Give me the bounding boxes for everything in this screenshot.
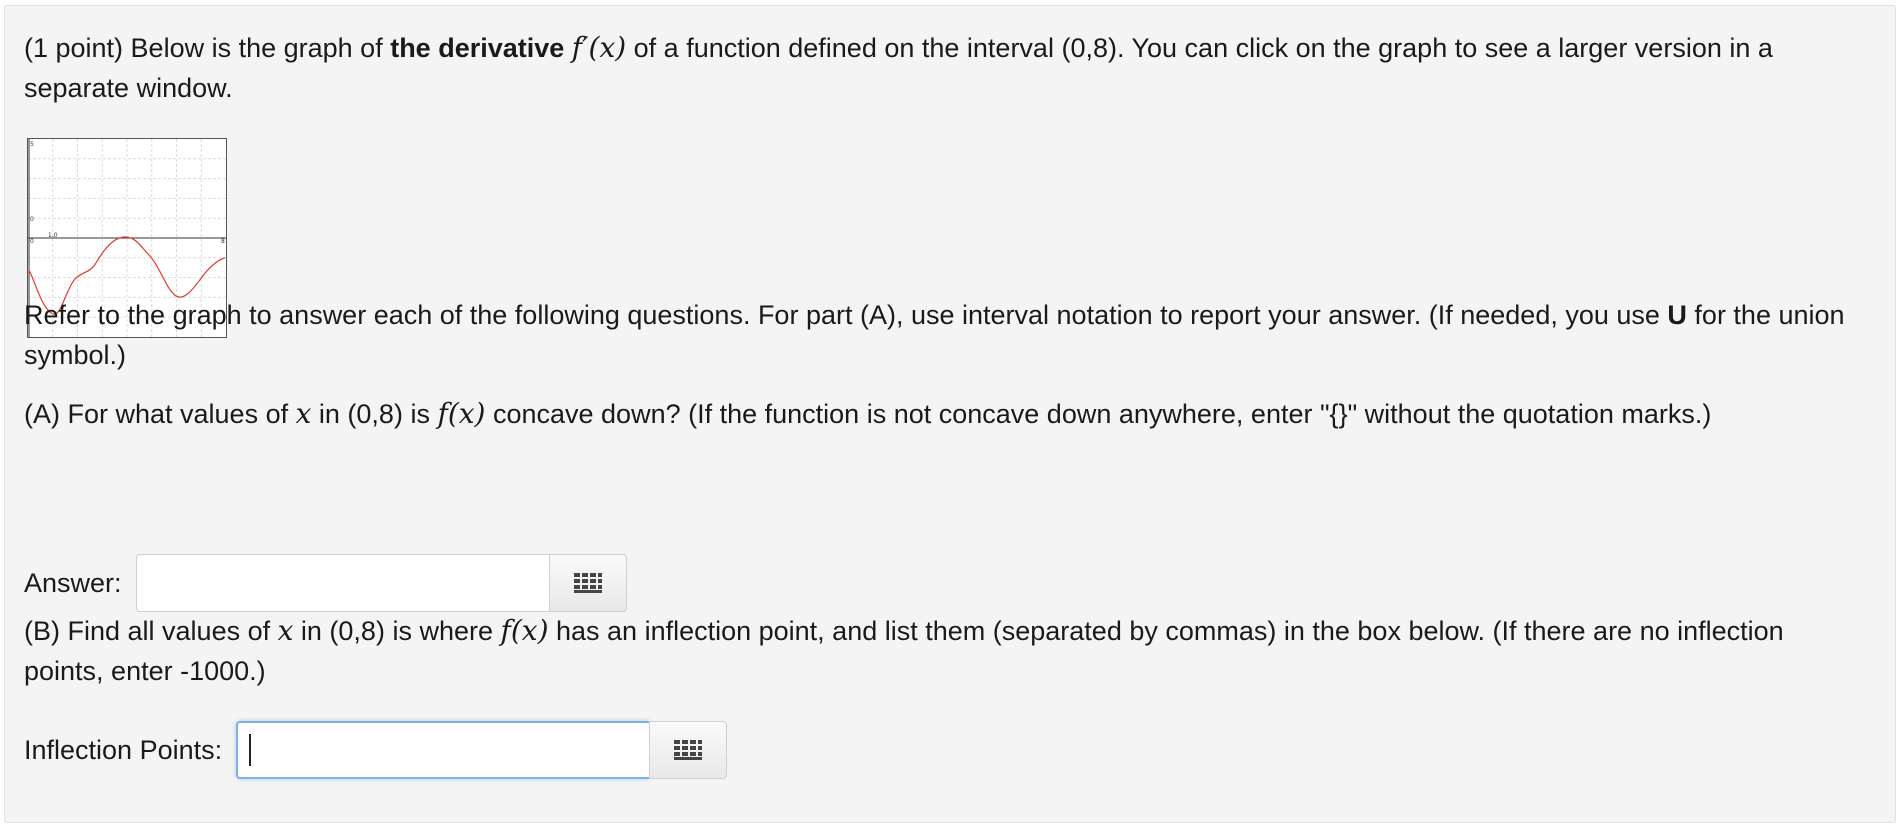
union-symbol-text: U (1667, 300, 1687, 330)
intro-text: (1 point) Below is the graph of (24, 33, 391, 63)
part-b-mid-text: in (0,8) is where (293, 616, 501, 646)
origin-label: 0 (30, 238, 34, 245)
answer-b-row: Inflection Points: (24, 720, 728, 780)
part-a-text: (A) For what values of (24, 399, 296, 429)
problem-panel: (1 point) Below is the graph of the deri… (4, 5, 1896, 823)
part-b-text: (B) Find all values of (24, 616, 278, 646)
text-caret (249, 734, 252, 766)
instructions-text: Refer to the graph to answer each of the… (24, 295, 1865, 375)
part-a-function: f(x) (437, 397, 486, 430)
answer-b-equation-editor-button[interactable] (649, 721, 728, 779)
equation-editor-grid-icon (674, 740, 703, 760)
answer-a-input[interactable] (135, 554, 549, 612)
part-a-mid-text: in (0,8) is (311, 399, 438, 429)
derivative-notation: f′(x) (571, 31, 627, 64)
intro-bold-text: the derivative (390, 33, 565, 63)
part-a-suffix-text: concave down? (If the function is not co… (485, 399, 1712, 429)
y-top-label: 5 (30, 141, 34, 148)
part-b-question: (B) Find all values of x in (0,8) is whe… (24, 611, 1865, 691)
part-b-function: f(x) (500, 614, 549, 647)
answer-b-group (236, 721, 728, 779)
answer-a-equation-editor-button[interactable] (548, 554, 627, 612)
inflection-points-label: Inflection Points: (24, 734, 223, 765)
y-mid-label: 0 (30, 216, 34, 223)
answer-a-row: Answer: (24, 553, 627, 613)
part-a-variable: x (295, 397, 312, 430)
equation-editor-grid-icon (573, 573, 602, 593)
x-end-label: 8 (221, 238, 225, 245)
answer-a-label: Answer: (24, 567, 122, 598)
part-b-variable: x (277, 614, 294, 647)
x-tick-label: 1,0 (48, 232, 58, 239)
refer-text: Refer to the graph to answer each of the… (24, 300, 1668, 330)
inflection-points-input[interactable] (236, 721, 650, 779)
part-a-question: (A) For what values of x in (0,8) is f(x… (24, 394, 1865, 434)
problem-intro: (1 point) Below is the graph of the deri… (24, 28, 1865, 108)
answer-a-group (135, 554, 627, 612)
